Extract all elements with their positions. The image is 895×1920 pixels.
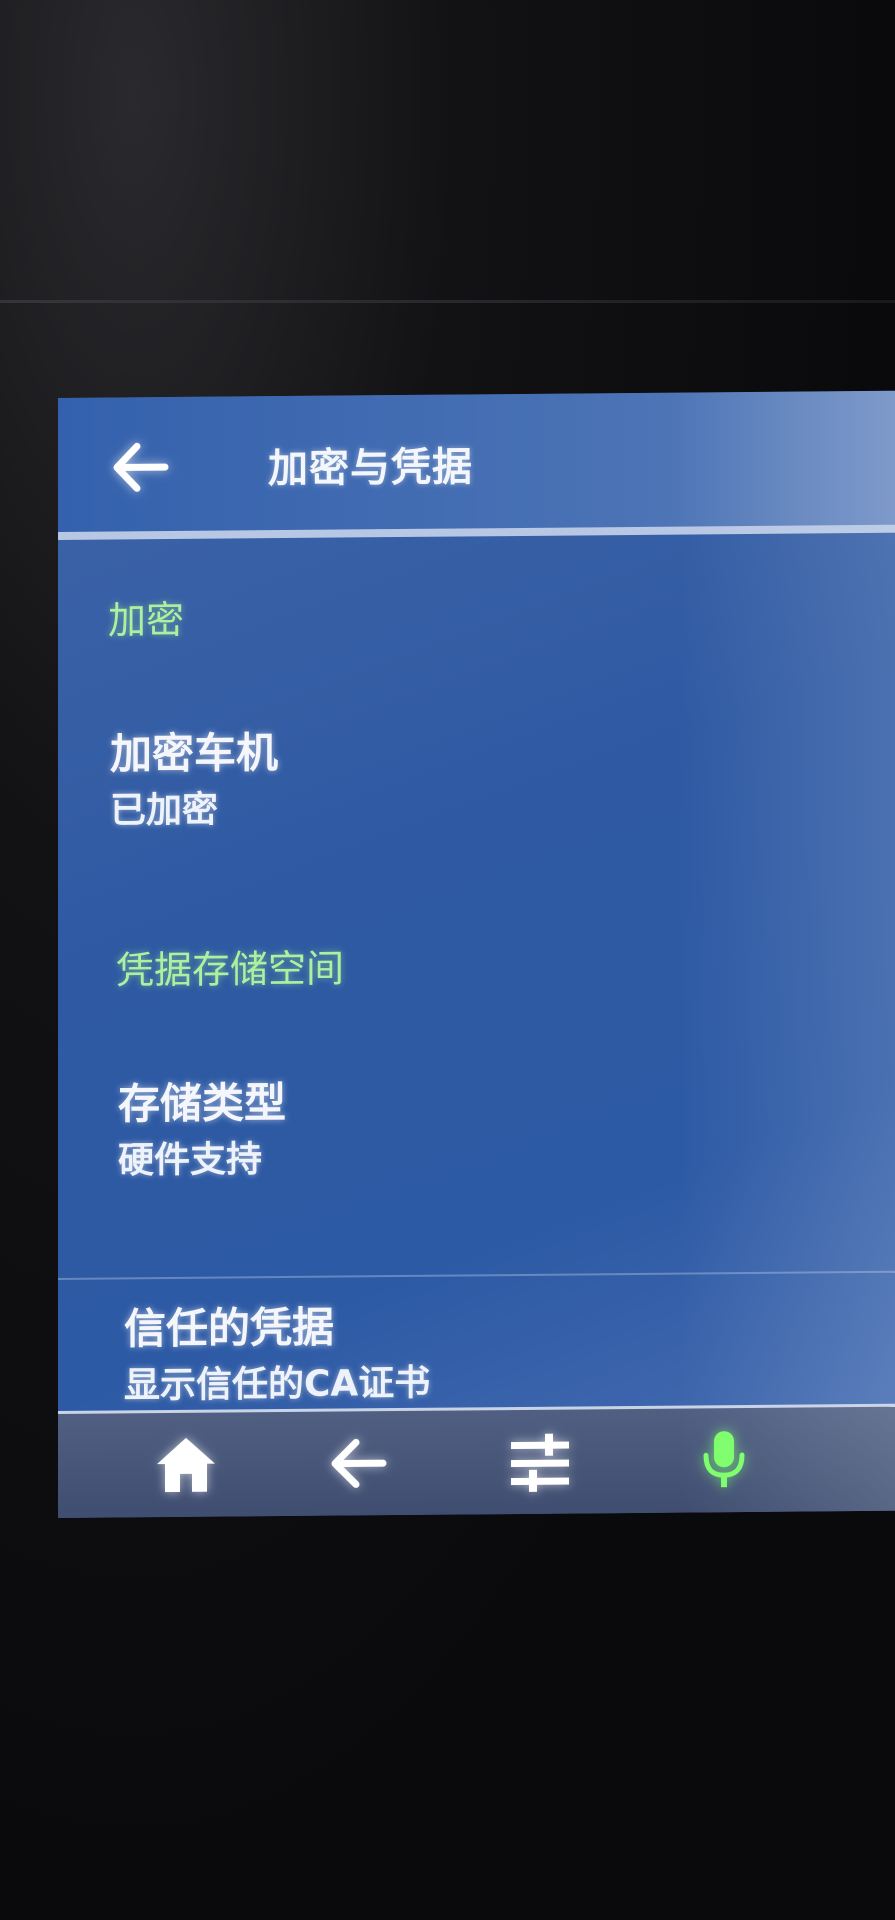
head-unit-screen: 加密与凭据 加密 加密车机 已加密 凭据存储空间 存储类型 硬件支持 信任的凭据… — [58, 390, 895, 1519]
pref-storage-type[interactable]: 存储类型 硬件支持 — [118, 1068, 895, 1189]
microphone-icon — [702, 1429, 746, 1491]
home-button[interactable] — [148, 1427, 224, 1504]
pref-title: 存储类型 — [118, 1078, 287, 1129]
arrow-left-icon — [111, 442, 169, 493]
photo-background: 加密与凭据 加密 加密车机 已加密 凭据存储空间 存储类型 硬件支持 信任的凭据… — [0, 0, 895, 1920]
sliders-icon — [507, 1432, 573, 1493]
app-bar: 加密与凭据 — [58, 390, 895, 536]
list-divider — [58, 1270, 895, 1280]
bezel-edge — [0, 300, 895, 303]
settings-sliders-button[interactable] — [502, 1423, 578, 1500]
pref-summary: 已加密 — [110, 789, 219, 832]
back-button[interactable] — [108, 435, 172, 500]
nav-back-button[interactable] — [320, 1425, 396, 1502]
back-arrow-icon — [328, 1437, 388, 1490]
voice-assistant-button[interactable] — [686, 1422, 762, 1499]
system-nav-bar — [58, 1403, 895, 1518]
home-icon — [153, 1434, 219, 1497]
pref-title: 加密车机 — [110, 728, 279, 779]
page-title: 加密与凭据 — [268, 444, 473, 493]
pref-summary: 硬件支持 — [118, 1139, 263, 1182]
pref-encrypt-head-unit[interactable]: 加密车机 已加密 — [110, 718, 890, 839]
settings-list: 加密 加密车机 已加密 凭据存储空间 存储类型 硬件支持 信任的凭据 显示信任的… — [58, 532, 895, 1414]
pref-title: 信任的凭据 — [124, 1302, 335, 1354]
pref-trusted-credentials[interactable]: 信任的凭据 显示信任的CA证书 — [124, 1293, 895, 1414]
section-header-credential-storage: 凭据存储空间 — [116, 946, 345, 993]
section-header-encryption: 加密 — [108, 597, 185, 643]
